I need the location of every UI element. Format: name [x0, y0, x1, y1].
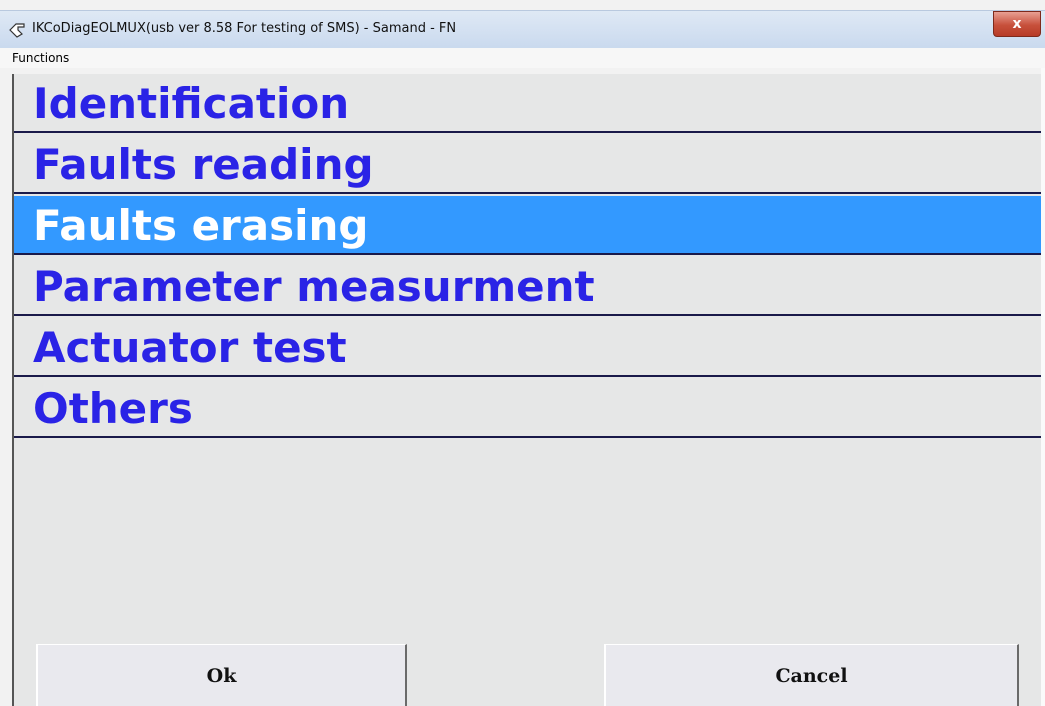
close-button[interactable]: x	[993, 11, 1041, 37]
close-icon: x	[1012, 16, 1022, 32]
function-item-identification[interactable]: Identification	[14, 74, 1045, 133]
window-right-border	[1041, 68, 1045, 706]
function-item-parameter-measurment[interactable]: Parameter measurment	[14, 257, 1045, 316]
menu-bar: Functions	[0, 48, 1045, 68]
application-window: IKCoDiagEOLMUX(usb ver 8.58 For testing …	[0, 0, 1045, 706]
function-item-actuator-test[interactable]: Actuator test	[14, 318, 1045, 377]
title-bar[interactable]: IKCoDiagEOLMUX(usb ver 8.58 For testing …	[0, 10, 1045, 49]
ok-button[interactable]: Ok	[36, 644, 407, 706]
function-list-panel: Identification Faults reading Faults era…	[12, 74, 1045, 706]
function-item-others[interactable]: Others	[14, 379, 1045, 438]
cancel-button[interactable]: Cancel	[604, 644, 1019, 706]
menu-functions[interactable]: Functions	[12, 51, 69, 65]
function-item-faults-erasing[interactable]: Faults erasing	[14, 196, 1045, 255]
window-title: IKCoDiagEOLMUX(usb ver 8.58 For testing …	[32, 21, 457, 36]
function-item-faults-reading[interactable]: Faults reading	[14, 135, 1045, 194]
app-pointer-icon	[8, 21, 26, 39]
